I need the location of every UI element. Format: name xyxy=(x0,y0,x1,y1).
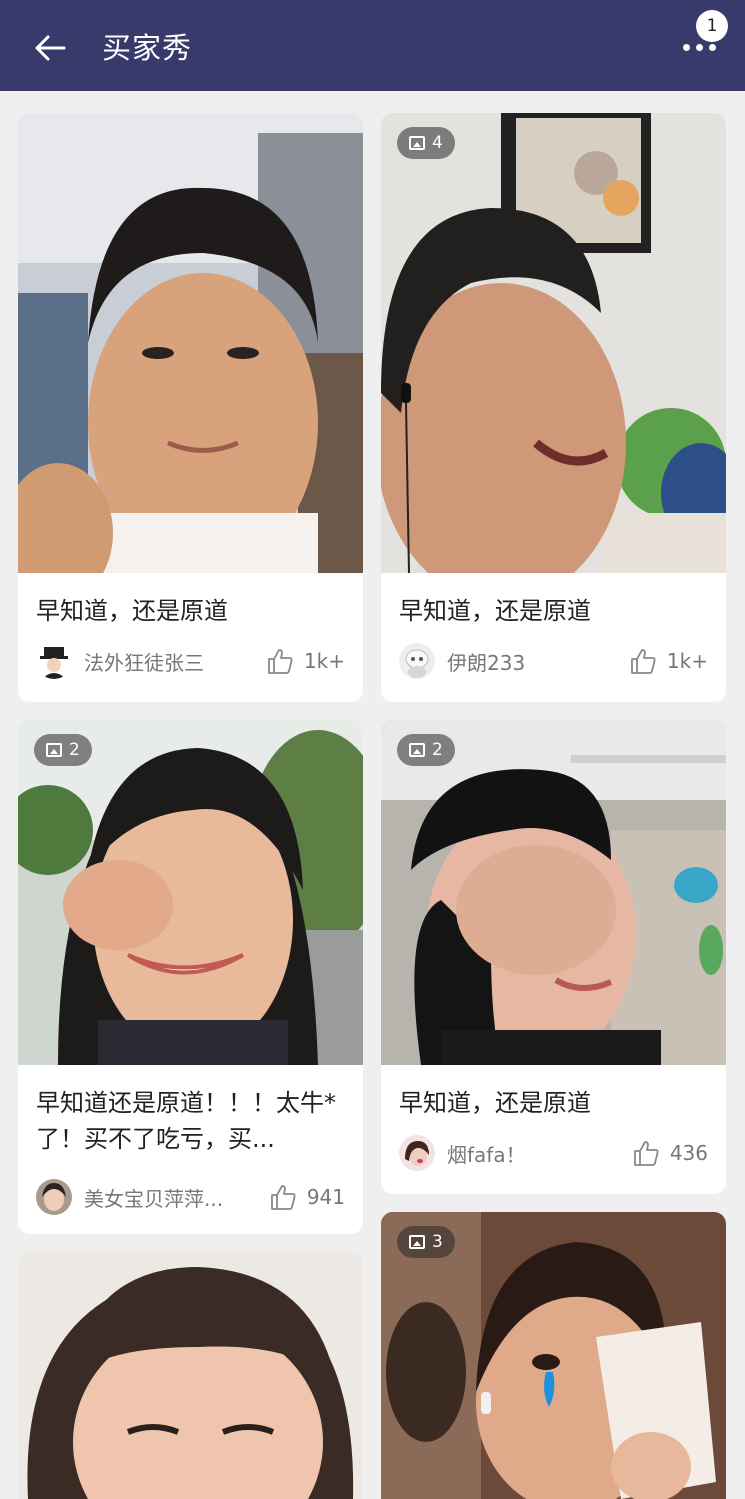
user-avatar[interactable] xyxy=(399,1135,435,1171)
post-caption: 早知道，还是原道 xyxy=(399,1089,591,1117)
post-photo[interactable] xyxy=(18,113,363,573)
username[interactable]: 伊朗233 xyxy=(447,647,525,676)
thumbs-up-icon xyxy=(631,649,656,674)
post-photo[interactable] xyxy=(18,1252,363,1499)
image-count-badge: 2 xyxy=(34,734,92,766)
thumbs-up-icon xyxy=(633,1141,659,1166)
like-button[interactable]: 436 xyxy=(632,1125,708,1181)
post-photo[interactable]: 3 xyxy=(381,1212,726,1499)
thumbs-up-icon xyxy=(268,649,293,674)
image-icon xyxy=(409,1235,425,1249)
arrow-left-icon xyxy=(35,35,66,61)
post-card[interactable]: 3 xyxy=(381,1212,726,1499)
image-count-badge: 2 xyxy=(397,734,455,766)
image-count-badge: 3 xyxy=(397,1226,455,1258)
post-photo[interactable]: 2 xyxy=(18,720,363,1065)
back-button[interactable] xyxy=(28,26,72,70)
post-card[interactable]: 2 早知道，还是原道 烟fafa！ 436 xyxy=(381,720,726,1194)
image-count-badge: 4 xyxy=(397,127,455,159)
post-meta: 伊朗233 1k+ xyxy=(381,633,726,689)
post-card[interactable]: 4 早知道，还是原道 伊朗233 1k+ xyxy=(381,113,726,702)
post-card[interactable]: 早知道，还是原道 法外狂徒张三 1k+ xyxy=(18,113,363,702)
image-icon xyxy=(409,136,425,150)
post-card[interactable] xyxy=(18,1252,363,1499)
image-icon xyxy=(46,743,62,757)
post-caption: 早知道还是原道！！！太牛*了！买不了吃亏，买... xyxy=(36,1089,336,1153)
like-count: 941 xyxy=(306,1185,345,1209)
post-meta: 美女宝贝萍萍... 941 xyxy=(18,1169,363,1225)
like-count: 1k+ xyxy=(666,649,708,673)
post-photo[interactable]: 4 xyxy=(381,113,726,573)
image-icon xyxy=(409,743,425,757)
page-title: 买家秀 xyxy=(102,31,193,65)
post-meta: 法外狂徒张三 1k+ xyxy=(18,633,363,689)
thumbs-up-icon xyxy=(270,1185,296,1210)
post-card[interactable]: 2 早知道还是原道！！！太牛*了！买不了吃亏，买... 美女宝贝萍萍... 94… xyxy=(18,720,363,1234)
user-avatar[interactable] xyxy=(36,643,72,679)
user-avatar[interactable] xyxy=(36,1179,72,1215)
username[interactable]: 烟fafa！ xyxy=(447,1139,526,1168)
username[interactable]: 法外狂徒张三 xyxy=(84,647,204,676)
notification-badge: 1 xyxy=(696,10,728,42)
like-count: 1k+ xyxy=(303,649,345,673)
more-dots-icon xyxy=(683,44,716,51)
like-button[interactable]: 1k+ xyxy=(266,633,345,689)
like-button[interactable]: 941 xyxy=(269,1169,345,1225)
post-meta: 烟fafa！ 436 xyxy=(381,1125,726,1181)
post-caption: 早知道，还是原道 xyxy=(36,597,228,625)
username[interactable]: 美女宝贝萍萍... xyxy=(84,1183,223,1212)
user-avatar[interactable] xyxy=(399,643,435,679)
post-photo[interactable]: 2 xyxy=(381,720,726,1065)
app-header: 买家秀 1 xyxy=(0,0,745,91)
like-count: 436 xyxy=(669,1141,708,1165)
like-button[interactable]: 1k+ xyxy=(629,633,708,689)
post-caption: 早知道，还是原道 xyxy=(399,597,591,625)
